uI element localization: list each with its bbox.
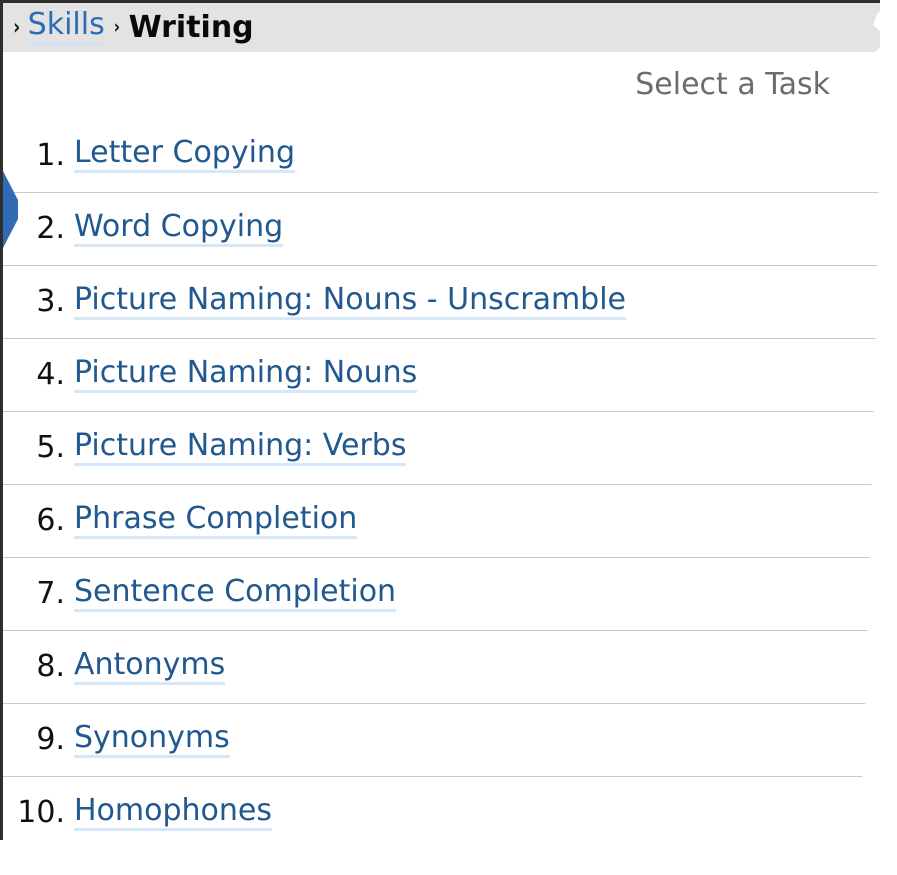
task-item-number: 6. (3, 506, 65, 536)
task-list-item[interactable]: 1. Letter Copying (3, 119, 880, 192)
content-area: Select a Task 1. Letter Copying 2.Word Cop… (3, 52, 880, 875)
task-item-link[interactable]: Word Copying (74, 212, 283, 247)
chevron-right-separator-icon: › (107, 18, 126, 37)
task-list-item[interactable]: 6. Phrase Completion (3, 484, 880, 557)
triangle-right-icon (3, 171, 18, 248)
selected-row-marker-icon (3, 200, 18, 258)
task-item-link[interactable]: Synonyms (74, 723, 230, 758)
task-list-item[interactable]: 10. Homophones (3, 776, 880, 849)
torn-paper-shadow: › Skills › Writing Select a Task 1. Lette… (0, 0, 897, 875)
task-list-item[interactable]: 4. Picture Naming: Nouns (3, 338, 880, 411)
app-panel: › Skills › Writing Select a Task 1. Lette… (0, 0, 897, 875)
task-item-number: 10. (3, 798, 65, 828)
breadcrumb-link-skills[interactable]: Skills (28, 10, 105, 45)
task-item-link[interactable]: Letter Copying (74, 138, 295, 173)
task-item-link[interactable]: Phrase Completion (74, 504, 357, 539)
task-list-item[interactable]: 5. Picture Naming: Verbs (3, 411, 880, 484)
chevron-right-icon: › (11, 17, 26, 38)
task-item-link[interactable]: Picture Naming: Nouns - Unscramble (74, 285, 626, 320)
task-item-link[interactable]: Picture Naming: Verbs (74, 431, 406, 466)
breadcrumb-current-writing: Writing (129, 13, 254, 43)
task-item-link[interactable]: Antonyms (74, 650, 225, 685)
task-item-number: 8. (3, 652, 65, 682)
task-item-number: 5. (3, 433, 65, 463)
task-list-item[interactable]: 8. Antonyms (3, 630, 880, 703)
task-list-item[interactable]: 9. Synonyms (3, 703, 880, 776)
task-item-number: 4. (3, 360, 65, 390)
task-item-number: 7. (3, 579, 65, 609)
task-list-item[interactable]: 3. Picture Naming: Nouns - Unscramble (3, 265, 880, 338)
task-list-item[interactable]: 2.Word Copying (3, 192, 880, 265)
page-title: Select a Task (635, 70, 830, 100)
task-list-item[interactable]: 7. Sentence Completion (3, 557, 880, 630)
task-item-number: 9. (3, 725, 65, 755)
task-item-number: 3. (3, 287, 65, 317)
task-item-link[interactable]: Sentence Completion (74, 577, 396, 612)
task-item-number: 1. (3, 141, 65, 171)
screenshot-stage: › Skills › Writing Select a Task 1. Lette… (0, 0, 897, 875)
task-list: 1. Letter Copying 2.Word Copying 3. Picture … (3, 119, 880, 849)
task-item-link[interactable]: Homophones (74, 796, 272, 831)
task-item-link[interactable]: Picture Naming: Nouns (74, 358, 417, 393)
breadcrumb: › Skills › Writing (3, 3, 880, 52)
